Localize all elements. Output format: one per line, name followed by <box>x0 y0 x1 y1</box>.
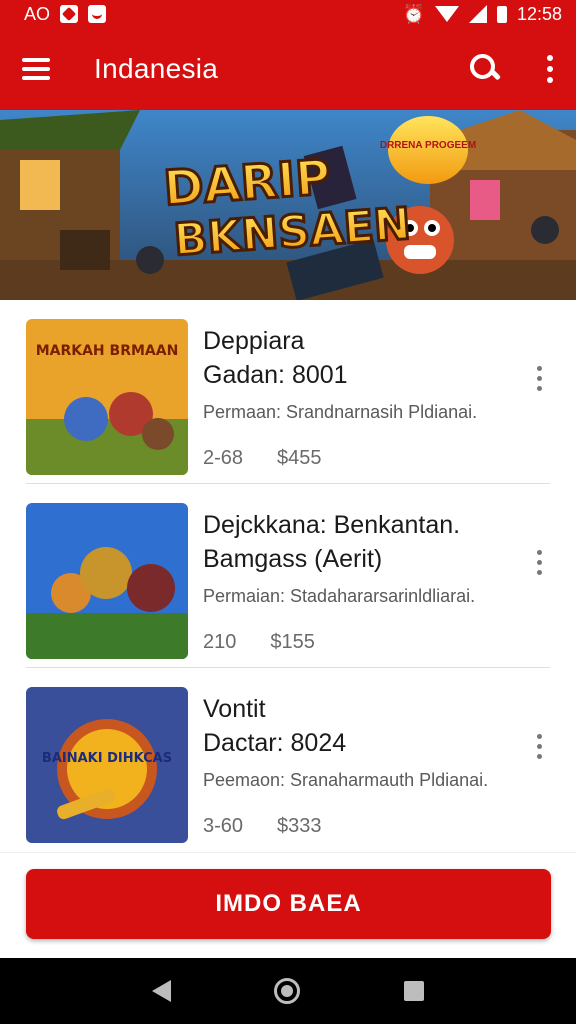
list-item[interactable]: MARKAH BRMAAN Deppiara Gadan: 8001 Perma… <box>26 300 550 484</box>
thumbnail-title: MARKAH BRMAAN <box>36 343 179 359</box>
item-price: $455 <box>277 447 322 469</box>
search-icon[interactable] <box>470 54 500 84</box>
primary-action-button[interactable]: IMDO BAEA <box>26 869 551 939</box>
item-price: $155 <box>270 631 315 653</box>
item-description: Peemaon: Sranaharmauth Pldianai. <box>203 770 489 790</box>
item-text: Vontit Dactar: 8024 Peemaon: Sranaharmau… <box>203 692 513 838</box>
item-subtitle: Dactar: 8024 <box>203 729 347 757</box>
item-overflow-menu-icon[interactable] <box>537 734 542 759</box>
wifi-icon <box>434 6 459 22</box>
item-count: 2-68 <box>203 447 244 469</box>
overflow-menu-icon[interactable] <box>546 55 554 83</box>
game-list: MARKAH BRMAAN Deppiara Gadan: 8001 Perma… <box>0 300 576 852</box>
item-description: Permaian: Stadahararsarinldliarai. <box>203 586 476 606</box>
item-meta: 3-60 $333 <box>203 815 513 838</box>
system-nav-bar <box>0 958 576 1024</box>
alarm-icon: ⏰ <box>402 3 425 24</box>
battery-icon <box>496 5 507 23</box>
item-title: Dejckkana: Benkantan. <box>203 511 461 539</box>
app-bar-title: Indanesia <box>94 53 219 84</box>
item-title: Deppiara <box>203 327 305 355</box>
item-text: Dejckkana: Benkantan. Bamgass (Aerit) Pe… <box>203 508 513 654</box>
list-item[interactable]: BAINAKI DIHKCAS Vontit Dactar: 8024 Peem… <box>26 668 550 852</box>
item-subtitle: Gadan: 8001 <box>203 361 348 389</box>
item-count: 3-60 <box>203 815 244 837</box>
carrier-label: AO <box>24 3 51 24</box>
item-description: Permaan: Srandnarnasih Pldianai. <box>203 402 478 422</box>
signal-icon <box>468 5 487 23</box>
item-overflow-menu-icon[interactable] <box>537 550 542 575</box>
item-price: $333 <box>277 815 322 837</box>
clock: 12:58 <box>516 3 562 24</box>
bottom-action-area: IMDO BAEA <box>0 852 576 958</box>
game-thumbnail <box>26 503 188 659</box>
item-overflow-menu-icon[interactable] <box>537 366 542 391</box>
notification-icon <box>60 5 79 23</box>
item-meta: 210 $155 <box>203 631 513 654</box>
item-meta: 2-68 $455 <box>203 447 513 470</box>
featured-banner[interactable]: DRRENA PROGEEM DARIP BKNSAEN <box>0 110 576 300</box>
thumbnail-title: BAINAKI DIHKCAS <box>42 751 172 766</box>
game-thumbnail: MARKAH BRMAAN <box>26 319 188 475</box>
banner-artwork: DRRENA PROGEEM DARIP BKNSAEN <box>0 110 576 300</box>
banner-badge-text: DRRENA PROGEEM <box>380 140 476 151</box>
notification-icon <box>88 5 107 23</box>
item-text: Deppiara Gadan: 8001 Permaan: Srandnarna… <box>203 324 513 470</box>
item-subtitle: Bamgass (Aerit) <box>203 545 383 573</box>
home-icon[interactable] <box>274 978 301 1004</box>
menu-icon[interactable] <box>22 58 50 80</box>
back-icon[interactable] <box>151 980 171 1002</box>
game-thumbnail: BAINAKI DIHKCAS <box>26 687 188 843</box>
status-bar-right: ⏰ 12:58 <box>403 4 562 25</box>
status-bar: AO ⏰ 12:58 <box>0 0 576 28</box>
status-bar-left: AO <box>24 3 107 25</box>
item-count: 210 <box>203 631 237 653</box>
list-item[interactable]: Dejckkana: Benkantan. Bamgass (Aerit) Pe… <box>26 484 550 668</box>
recents-icon[interactable] <box>404 981 425 1001</box>
item-title: Vontit <box>203 695 266 723</box>
app-bar: Indanesia <box>0 28 576 110</box>
